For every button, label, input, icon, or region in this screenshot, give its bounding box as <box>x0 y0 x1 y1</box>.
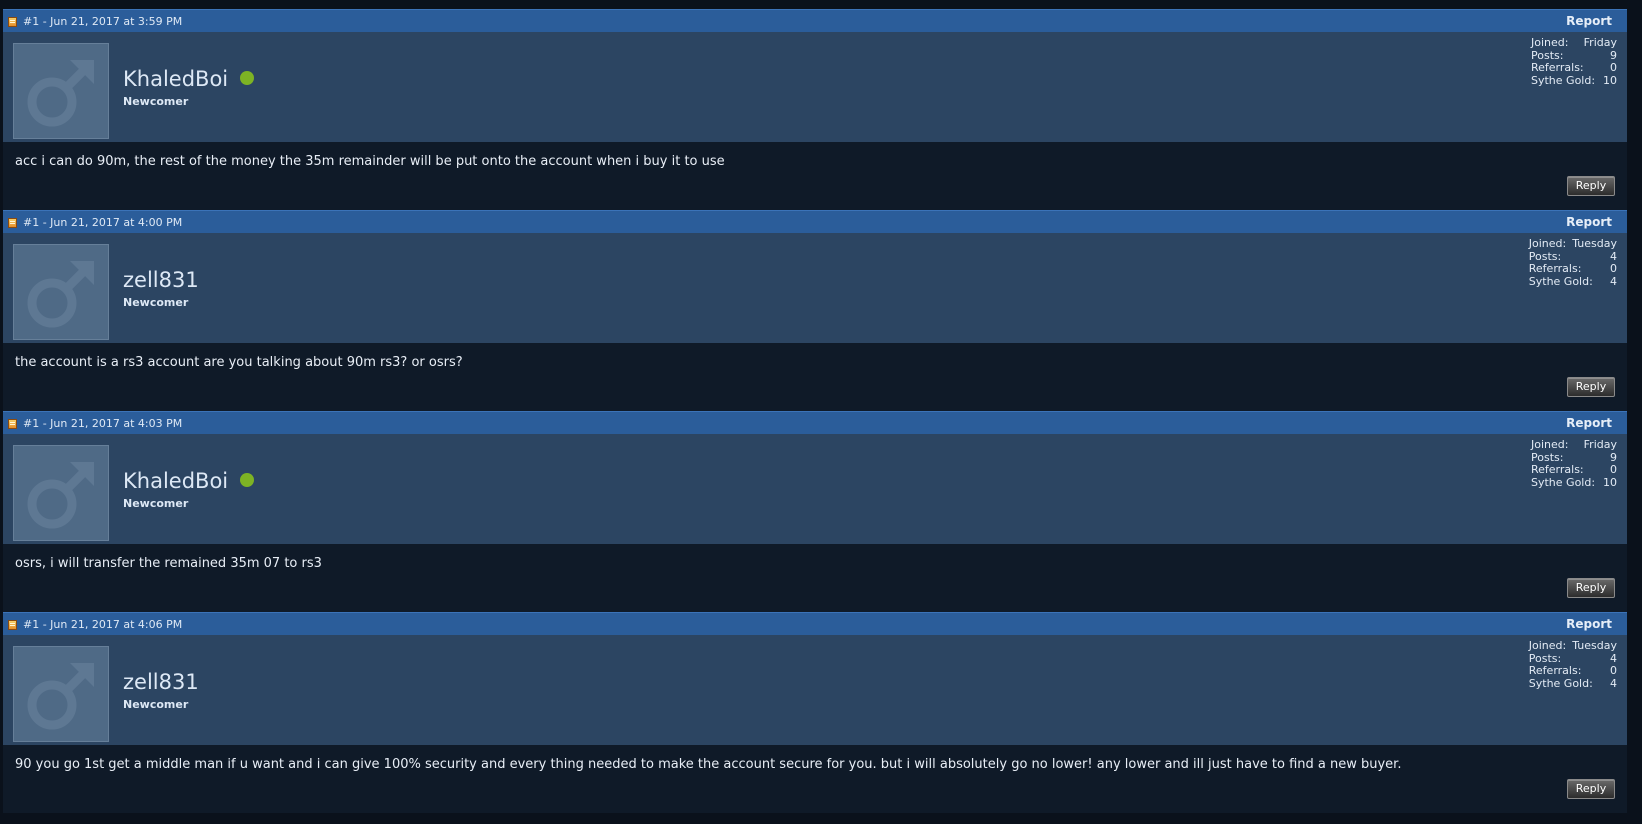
report-link[interactable]: Report <box>1566 416 1612 430</box>
post-status-icon <box>8 419 17 429</box>
post-message: 90 you go 1st get a middle man if u want… <box>15 757 1402 772</box>
user-info: KhaledBoi Newcomer Joined: Friday Posts: 9… <box>3 32 1627 142</box>
online-status-icon <box>240 473 255 487</box>
user-stats: Joined: Friday Posts: 9 Referrals: 0 Sythe … <box>1531 438 1617 490</box>
post: #1 - Jun 21, 2017 at 4:00 PM Report zell… <box>3 210 1627 411</box>
username-link[interactable]: KhaledBoi <box>123 469 255 493</box>
avatar[interactable] <box>13 445 109 541</box>
post-message: osrs, i will transfer the remained 35m 0… <box>15 556 322 571</box>
avatar[interactable] <box>13 43 109 139</box>
user-title: Newcomer <box>123 497 189 510</box>
avatar[interactable] <box>13 244 109 340</box>
post-body: 90 you go 1st get a middle man if u want… <box>3 745 1627 813</box>
sythe-gold-value: 4 <box>1610 677 1617 691</box>
username: KhaledBoi <box>123 469 229 493</box>
joined-value: Friday <box>1583 36 1617 49</box>
report-link[interactable]: Report <box>1566 14 1612 28</box>
sythe-gold-value: 4 <box>1610 275 1617 289</box>
sythe-gold-label: Sythe Gold: <box>1531 74 1596 88</box>
username-link[interactable]: zell831 <box>123 670 199 694</box>
user-info: zell831 Newcomer Joined: Tuesday Posts: 4 … <box>3 233 1627 343</box>
joined-label: Joined: <box>1528 237 1567 250</box>
post-message: the account is a rs3 account are you tal… <box>15 355 463 370</box>
post-message: acc i can do 90m, the rest of the money … <box>15 154 725 169</box>
post-header: #1 - Jun 21, 2017 at 3:59 PM Report <box>3 9 1627 32</box>
post-status-icon <box>8 620 17 630</box>
post-date: #1 - Jun 21, 2017 at 4:06 PM <box>23 618 183 631</box>
post-header: #1 - Jun 21, 2017 at 4:06 PM Report <box>3 612 1627 635</box>
post: #1 - Jun 21, 2017 at 4:03 PM Report Khal… <box>3 411 1627 612</box>
username-link[interactable]: KhaledBoi <box>123 67 255 91</box>
username: zell831 <box>123 268 199 292</box>
avatar[interactable] <box>13 646 109 742</box>
post-date: #1 - Jun 21, 2017 at 4:03 PM <box>23 417 183 430</box>
post-body: acc i can do 90m, the rest of the money … <box>3 142 1627 210</box>
reply-button[interactable]: Reply <box>1567 377 1615 397</box>
post-list: #1 - Jun 21, 2017 at 3:59 PM Report Khal… <box>3 9 1627 813</box>
male-symbol-icon <box>27 462 94 529</box>
post-body: osrs, i will transfer the remained 35m 0… <box>3 544 1627 612</box>
joined-label: Joined: <box>1531 36 1569 49</box>
male-symbol-icon <box>27 663 94 730</box>
username: zell831 <box>123 670 199 694</box>
post-header: #1 - Jun 21, 2017 at 4:03 PM Report <box>3 411 1627 434</box>
post: #1 - Jun 21, 2017 at 4:06 PM Report zell… <box>3 612 1627 813</box>
post-date: #1 - Jun 21, 2017 at 4:00 PM <box>23 216 183 229</box>
post-body: the account is a rs3 account are you tal… <box>3 343 1627 411</box>
reply-button[interactable]: Reply <box>1567 176 1615 196</box>
user-stats: Joined: Friday Posts: 9 Referrals: 0 Sythe … <box>1531 36 1617 88</box>
joined-value: Tuesday <box>1572 237 1617 250</box>
report-link[interactable]: Report <box>1566 215 1612 229</box>
report-link[interactable]: Report <box>1566 617 1612 631</box>
joined-label: Joined: <box>1531 438 1569 451</box>
forum-thread-page: #1 - Jun 21, 2017 at 3:59 PM Report Khal… <box>0 0 1642 824</box>
post-date: #1 - Jun 21, 2017 at 3:59 PM <box>23 15 183 28</box>
user-title: Newcomer <box>123 95 189 108</box>
post-header: #1 - Jun 21, 2017 at 4:00 PM Report <box>3 210 1627 233</box>
post-status-icon <box>8 218 17 228</box>
male-symbol-icon <box>27 261 94 328</box>
joined-value: Friday <box>1583 438 1617 451</box>
joined-label: Joined: <box>1528 639 1567 652</box>
sythe-gold-value: 10 <box>1603 74 1617 88</box>
post-status-icon <box>8 17 17 27</box>
male-symbol-icon <box>27 60 94 127</box>
user-info: zell831 Newcomer Joined: Tuesday Posts: 4 … <box>3 635 1627 745</box>
user-info: KhaledBoi Newcomer Joined: Friday Posts: 9… <box>3 434 1627 544</box>
username: KhaledBoi <box>123 67 229 91</box>
user-title: Newcomer <box>123 698 189 711</box>
reply-button[interactable]: Reply <box>1567 578 1615 598</box>
user-stats: Joined: Tuesday Posts: 4 Referrals: 0 Sythe… <box>1528 639 1617 691</box>
user-title: Newcomer <box>123 296 189 309</box>
sythe-gold-label: Sythe Gold: <box>1531 476 1596 490</box>
online-status-icon <box>240 71 255 85</box>
post: #1 - Jun 21, 2017 at 3:59 PM Report Khal… <box>3 9 1627 210</box>
joined-value: Tuesday <box>1572 639 1617 652</box>
sythe-gold-label: Sythe Gold: <box>1528 275 1593 289</box>
username-link[interactable]: zell831 <box>123 268 199 292</box>
user-stats: Joined: Tuesday Posts: 4 Referrals: 0 Sythe… <box>1528 237 1617 289</box>
sythe-gold-value: 10 <box>1603 476 1617 490</box>
reply-button[interactable]: Reply <box>1567 779 1615 799</box>
sythe-gold-label: Sythe Gold: <box>1528 677 1593 691</box>
